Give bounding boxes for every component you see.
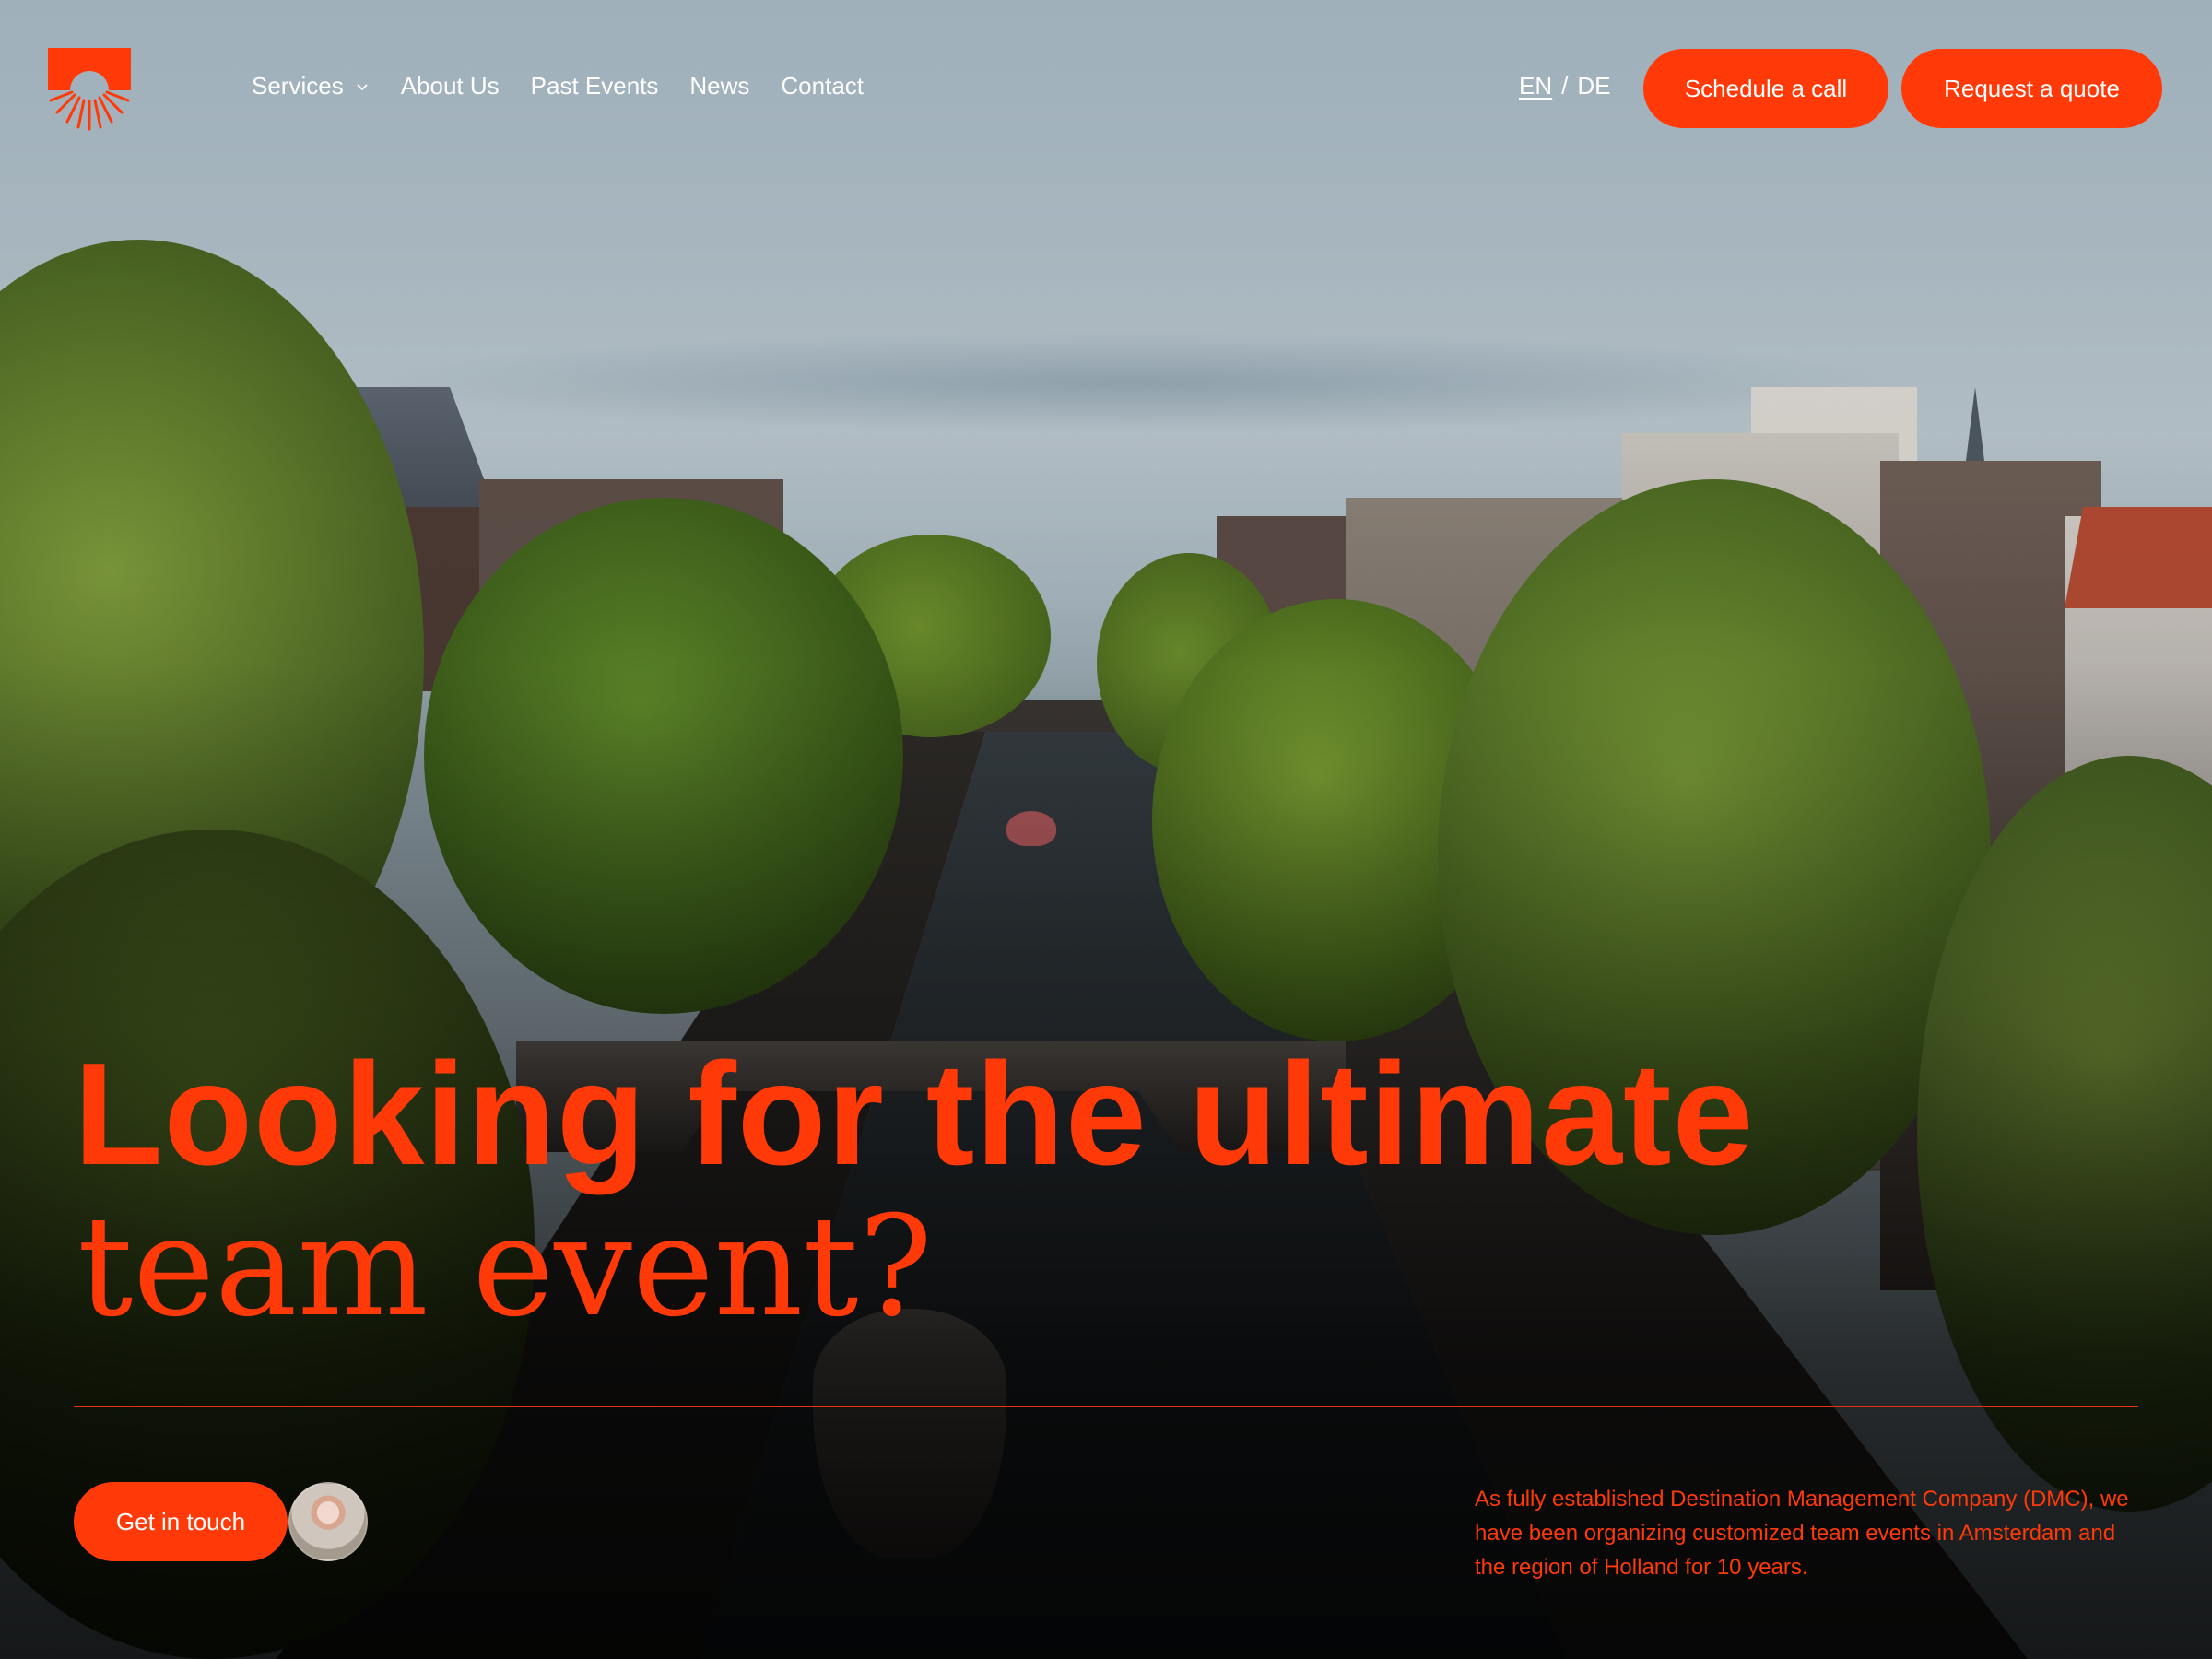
- get-in-touch-button[interactable]: Get in touch: [74, 1482, 288, 1561]
- nav-item-news[interactable]: News: [689, 72, 749, 100]
- nav-item-label: News: [689, 72, 750, 100]
- nav-item-about-us[interactable]: About Us: [401, 72, 500, 100]
- intro-paragraph: As fully established Destination Managem…: [1475, 1487, 2129, 1580]
- chevron-down-icon: [357, 83, 368, 90]
- hero-background-image: [0, 0, 2212, 1659]
- nav-item-label: About Us: [400, 72, 500, 100]
- language-en-link[interactable]: EN: [1519, 72, 1552, 100]
- logo-mark: [48, 48, 131, 131]
- site-header: Services About Us Past Events News Conta…: [0, 0, 2212, 175]
- nav-item-label: Past Events: [530, 72, 659, 100]
- request-quote-button[interactable]: Request a quote: [1901, 49, 2162, 128]
- hero-headline-line2: team event?: [77, 1187, 933, 1347]
- schedule-call-button[interactable]: Schedule a call: [1643, 49, 1888, 128]
- language-switcher: EN / DE: [1519, 72, 1610, 100]
- language-de-link[interactable]: DE: [1577, 72, 1610, 100]
- sunrise-logo-icon[interactable]: [48, 48, 131, 131]
- nav-item-past-events[interactable]: Past Events: [531, 72, 659, 100]
- hero-divider: [74, 1406, 2138, 1407]
- nav-item-services[interactable]: Services: [252, 72, 370, 100]
- image-overlay: [0, 0, 2212, 1659]
- nav-item-label: Contact: [781, 72, 865, 100]
- language-separator: /: [1561, 72, 1569, 100]
- avatar: [288, 1482, 368, 1561]
- nav-item-contact[interactable]: Contact: [781, 72, 864, 100]
- nav-item-label: Services: [252, 72, 344, 100]
- main-nav: Services About Us Past Events News Conta…: [252, 72, 864, 100]
- hero-headline-line1: Looking for the ultimate: [74, 1033, 1755, 1195]
